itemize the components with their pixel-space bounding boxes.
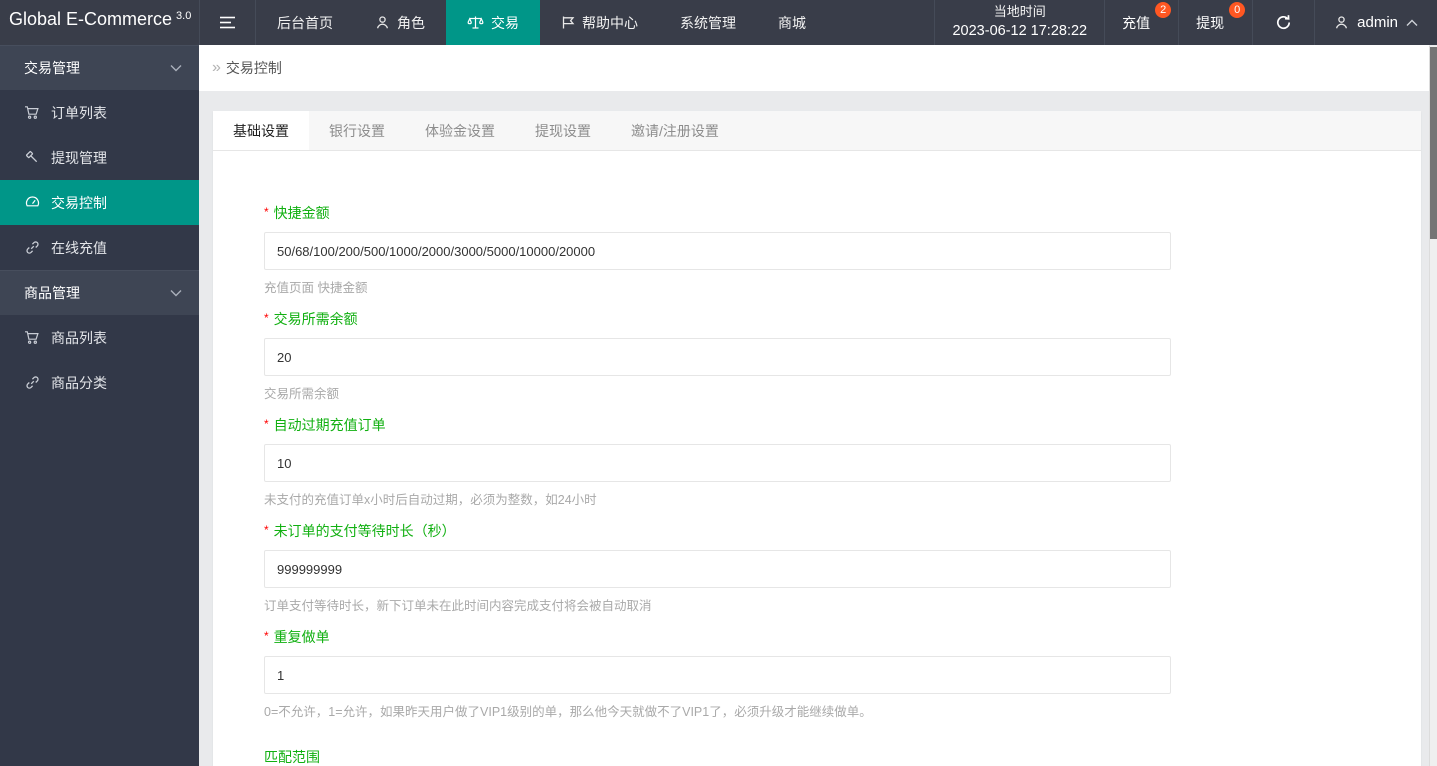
auto-expire-order-input[interactable] — [264, 444, 1171, 482]
field-label: * 重复做单 — [264, 629, 330, 645]
sidebar-item-online-recharge[interactable]: 在线充值 — [0, 225, 199, 270]
repeat-order-input[interactable] — [264, 656, 1171, 694]
field-auto-expire-order: *自动过期充值订单 未支付的充值订单x小时后自动过期，必须为整数，如24小时 — [264, 415, 1171, 508]
breadcrumb: » 交易控制 — [199, 45, 1429, 91]
hamburger-icon — [219, 15, 236, 30]
user-icon — [1334, 15, 1349, 30]
refresh-icon — [1275, 14, 1292, 31]
required-asterisk: * — [264, 311, 269, 325]
flag-icon — [561, 15, 575, 30]
tab-withdraw-settings[interactable]: 提现设置 — [515, 111, 611, 150]
withdraw-count-badge: 0 — [1229, 2, 1246, 18]
tab-bank-settings[interactable]: 银行设置 — [309, 111, 405, 150]
vertical-scrollbar — [1429, 46, 1437, 766]
sidebar: 交易管理 订单列表 提现管理 交易控制 在线充值 商品管理 商品列表 商品分类 — [0, 45, 199, 766]
local-time-value: 2023-06-12 17:28:22 — [952, 23, 1088, 40]
withdraw-menu-item[interactable]: 提现 0 — [1178, 0, 1252, 45]
recharge-menu-item[interactable]: 充值 2 — [1104, 0, 1178, 45]
field-label: * 快捷金额 — [264, 205, 330, 221]
app-logo: Global E-Commerce 3.0 — [9, 9, 192, 29]
local-time-label: 当地时间 — [993, 3, 1046, 19]
field-match-range: 匹配范围 — [264, 747, 1421, 766]
field-hint: 交易所需余额 — [264, 387, 340, 401]
field-label: * 自动过期充值订单 — [264, 417, 386, 433]
payment-wait-time-input[interactable] — [264, 550, 1171, 588]
field-quick-amount: *快捷金额 充值页面 快捷金额 — [264, 203, 1171, 296]
sidebar-item-withdraw-management[interactable]: 提现管理 — [0, 135, 199, 180]
nav-item-system-management[interactable]: 系统管理 — [659, 0, 757, 45]
top-bar: Global E-Commerce 3.0 后台首页 角色 交易 帮助中心 系统管… — [0, 0, 1437, 45]
cart-icon — [24, 330, 40, 345]
breadcrumb-current: 交易控制 — [225, 60, 282, 76]
settings-card: 基础设置 银行设置 体验金设置 提现设置 邀请/注册设置 *快捷金额 充值页面 … — [213, 111, 1421, 766]
chevron-down-icon — [170, 289, 182, 297]
user-icon — [375, 15, 390, 30]
sidebar-item-product-category[interactable]: 商品分类 — [0, 360, 199, 405]
chevron-down-icon — [170, 64, 182, 72]
sidebar-group-trade-management[interactable]: 交易管理 — [0, 45, 199, 90]
field-payment-wait-time: *未订单的支付等待时长（秒） 订单支付等待时长，新下订单未在此时间内容完成支付将… — [264, 521, 1171, 614]
local-time-block: 当地时间 2023-06-12 17:28:22 — [934, 0, 1104, 45]
tab-invite-register-settings[interactable]: 邀请/注册设置 — [611, 111, 739, 150]
recharge-count-badge: 2 — [1155, 2, 1172, 18]
sidebar-item-order-list[interactable]: 订单列表 — [0, 90, 199, 135]
nav-item-roles[interactable]: 角色 — [354, 0, 446, 45]
logo-version: 3.0 — [176, 10, 192, 22]
field-hint: 充值页面 快捷金额 — [264, 281, 368, 295]
field-label: * 未订单的支付等待时长（秒） — [264, 523, 456, 539]
tab-basic-settings[interactable]: 基础设置 — [213, 111, 309, 150]
required-asterisk: * — [264, 629, 269, 643]
refresh-button[interactable] — [1252, 0, 1314, 45]
nav-item-help-center[interactable]: 帮助中心 — [540, 0, 659, 45]
main-content: » 交易控制 基础设置 银行设置 体验金设置 提现设置 邀请/注册设置 * 快捷金… — [199, 45, 1429, 766]
nav-item-home[interactable]: 后台首页 — [256, 0, 354, 45]
menu-toggle-button[interactable] — [199, 0, 256, 45]
chevron-up-icon — [1406, 19, 1418, 27]
quick-amount-input[interactable] — [264, 232, 1171, 270]
basic-settings-form: *快捷金额 充值页面 快捷金额 *交易所需余额 交易所需余额 *自动过期充值订单… — [213, 151, 1421, 766]
tab-trial-fund-settings[interactable]: 体验金设置 — [405, 111, 515, 150]
field-repeat-order: *重复做单 0=不允许，1=允许，如果昨天用户做了VIP1级别的单，那么他今天就… — [264, 627, 1171, 720]
field-hint: 0=不允许，1=允许，如果昨天用户做了VIP1级别的单，那么他今天就做不了VIP… — [264, 705, 872, 719]
field-hint: 未支付的充值订单x小时后自动过期，必须为整数，如24小时 — [264, 493, 597, 507]
username: admin — [1357, 14, 1398, 31]
sidebar-item-trade-control[interactable]: 交易控制 — [0, 180, 199, 225]
sidebar-item-product-list[interactable]: 商品列表 — [0, 315, 199, 360]
user-menu[interactable]: admin — [1314, 0, 1437, 45]
breadcrumb-chevrons-icon: » — [212, 59, 221, 76]
match-range-label: 匹配范围 — [264, 749, 320, 765]
vertical-scrollbar-thumb[interactable] — [1430, 47, 1437, 239]
gauge-icon — [24, 195, 40, 210]
link-icon — [24, 240, 40, 255]
required-asterisk: * — [264, 523, 269, 537]
settings-tabs: 基础设置 银行设置 体验金设置 提现设置 邀请/注册设置 — [213, 111, 1421, 151]
nav-item-mall[interactable]: 商城 — [757, 0, 827, 45]
link-icon — [24, 375, 40, 390]
required-asterisk: * — [264, 417, 269, 431]
field-label: * 交易所需余额 — [264, 311, 358, 327]
required-balance-input[interactable] — [264, 338, 1171, 376]
gavel-icon — [24, 150, 40, 165]
cart-icon — [24, 105, 40, 120]
field-hint: 订单支付等待时长，新下订单未在此时间内容完成支付将会被自动取消 — [264, 599, 652, 613]
required-asterisk: * — [264, 205, 269, 219]
nav-item-trade[interactable]: 交易 — [446, 0, 540, 45]
scales-icon — [467, 15, 484, 30]
sidebar-group-product-management[interactable]: 商品管理 — [0, 270, 199, 315]
field-required-balance: *交易所需余额 交易所需余额 — [264, 309, 1171, 402]
